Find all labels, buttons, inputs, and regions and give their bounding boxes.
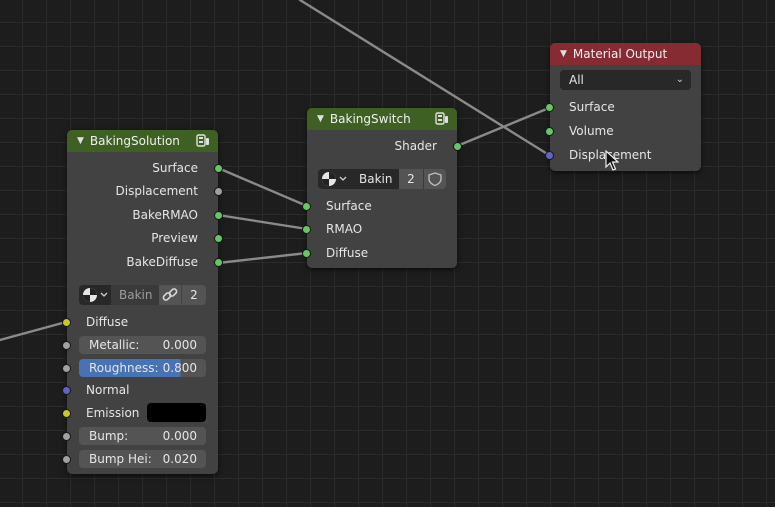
link-incoming-to-diffuse — [0, 320, 68, 342]
bump-height-field[interactable]: Bump Hei: 0.020 — [79, 450, 206, 468]
collapse-triangle-icon[interactable]: ▼ — [77, 136, 84, 146]
bump-field[interactable]: Bump: 0.000 — [79, 427, 206, 445]
node-header[interactable]: ▼ BakingSolution — [67, 130, 218, 152]
node-header[interactable]: ▼ BakingSwitch — [307, 108, 457, 130]
input-socket-diffuse[interactable] — [302, 249, 311, 258]
input-socket-row: Surface — [545, 97, 701, 117]
shield-icon — [428, 172, 442, 187]
socket-label: Surface — [152, 161, 198, 175]
output-socket-preview[interactable] — [214, 234, 223, 243]
emission-color-swatch[interactable] — [147, 403, 206, 422]
input-socket-row: Diffuse — [62, 312, 218, 332]
socket-label: BakeRMAO — [132, 208, 198, 222]
socket-label: Diffuse — [86, 315, 129, 329]
input-socket-roughness[interactable] — [62, 364, 71, 373]
node-header[interactable]: ▼ Material Output — [550, 43, 701, 65]
fake-user-button[interactable] — [423, 169, 446, 189]
datablock-name-field[interactable]: Bakin — [351, 169, 399, 189]
socket-label: Normal — [86, 383, 130, 397]
material-sphere-icon — [322, 172, 347, 186]
socket-label: Preview — [151, 231, 198, 245]
output-socket-row: Shader — [307, 136, 462, 156]
link-button[interactable] — [159, 285, 181, 305]
input-socket-row: Normal — [62, 380, 218, 400]
socket-label: RMAO — [326, 222, 363, 236]
socket-label: Shader — [394, 139, 437, 153]
node-group-icon[interactable] — [196, 134, 210, 147]
input-socket-bump[interactable] — [62, 432, 71, 441]
link-bakermao-to-rmao — [216, 213, 309, 231]
output-socket-bakermao[interactable] — [214, 211, 223, 220]
output-socket-surface[interactable] — [214, 164, 223, 173]
input-socket-bump-height[interactable] — [62, 455, 71, 464]
output-socket-shader[interactable] — [453, 142, 462, 151]
collapse-triangle-icon[interactable]: ▼ — [560, 49, 567, 59]
material-browse-button[interactable] — [318, 169, 351, 189]
output-socket-row: Preview — [67, 228, 223, 248]
render-target-dropdown[interactable]: All ⌄ — [560, 70, 691, 90]
input-socket-normal[interactable] — [62, 386, 71, 395]
socket-label: Displacement — [115, 184, 199, 198]
node-title: BakingSwitch — [329, 112, 411, 126]
input-socket-surface[interactable] — [545, 103, 554, 112]
socket-label: Surface — [569, 100, 615, 114]
input-socket-metallic[interactable] — [62, 341, 71, 350]
datablock-user-count[interactable]: 2 — [399, 169, 423, 189]
socket-label: Emission — [86, 406, 140, 420]
input-socket-row: Surface — [302, 196, 457, 216]
input-socket-row: RMAO — [302, 219, 457, 239]
link-surface-to-surface — [216, 166, 309, 208]
chain-link-icon — [162, 288, 178, 301]
link-bakediffuse-to-diffuse — [216, 251, 309, 265]
output-socket-row: Surface — [67, 158, 223, 178]
chevron-down-icon: ⌄ — [675, 74, 684, 85]
metallic-field[interactable]: Metallic: 0.000 — [79, 336, 206, 354]
input-socket-surface[interactable] — [302, 202, 311, 211]
collapse-triangle-icon[interactable]: ▼ — [317, 114, 324, 124]
input-socket-row: Volume — [545, 121, 701, 141]
output-socket-row: Displacement — [67, 181, 223, 201]
input-socket-rmao[interactable] — [302, 225, 311, 234]
node-baking-solution[interactable]: ▼ BakingSolution Surface Displacement Ba… — [62, 130, 223, 474]
mouse-pointer-icon — [605, 150, 619, 171]
material-browse-button[interactable] — [79, 285, 111, 305]
datablock-user-count[interactable]: 2 — [182, 285, 206, 305]
output-socket-row: BakeRMAO — [67, 205, 223, 225]
socket-label: BakeDiffuse — [126, 255, 198, 269]
socket-label: Diffuse — [326, 246, 369, 260]
socket-label: Surface — [326, 199, 372, 213]
node-baking-switch[interactable]: ▼ BakingSwitch Shader Bakin 2 Surface RM… — [302, 108, 462, 268]
output-socket-bakediffuse[interactable] — [214, 258, 223, 267]
input-socket-volume[interactable] — [545, 127, 554, 136]
material-sphere-icon — [83, 288, 108, 302]
datablock-name-field[interactable]: Bakin — [111, 285, 159, 305]
output-socket-displacement[interactable] — [214, 187, 223, 196]
link-shader-to-surface — [455, 106, 551, 148]
output-socket-row: BakeDiffuse — [67, 252, 223, 272]
input-socket-row: Diffuse — [302, 243, 457, 263]
input-socket-emission[interactable] — [62, 409, 71, 418]
input-socket-row: Displacement — [545, 145, 701, 165]
node-title: BakingSolution — [89, 134, 180, 148]
node-material-output[interactable]: ▼ Material Output All ⌄ Surface Volume D… — [545, 43, 701, 171]
input-socket-diffuse[interactable] — [62, 318, 71, 327]
socket-label: Volume — [569, 124, 614, 138]
input-socket-displacement[interactable] — [545, 151, 554, 160]
node-title: Material Output — [572, 47, 668, 61]
roughness-field[interactable]: Roughness: 0.800 — [79, 359, 206, 377]
node-group-icon[interactable] — [435, 112, 449, 125]
